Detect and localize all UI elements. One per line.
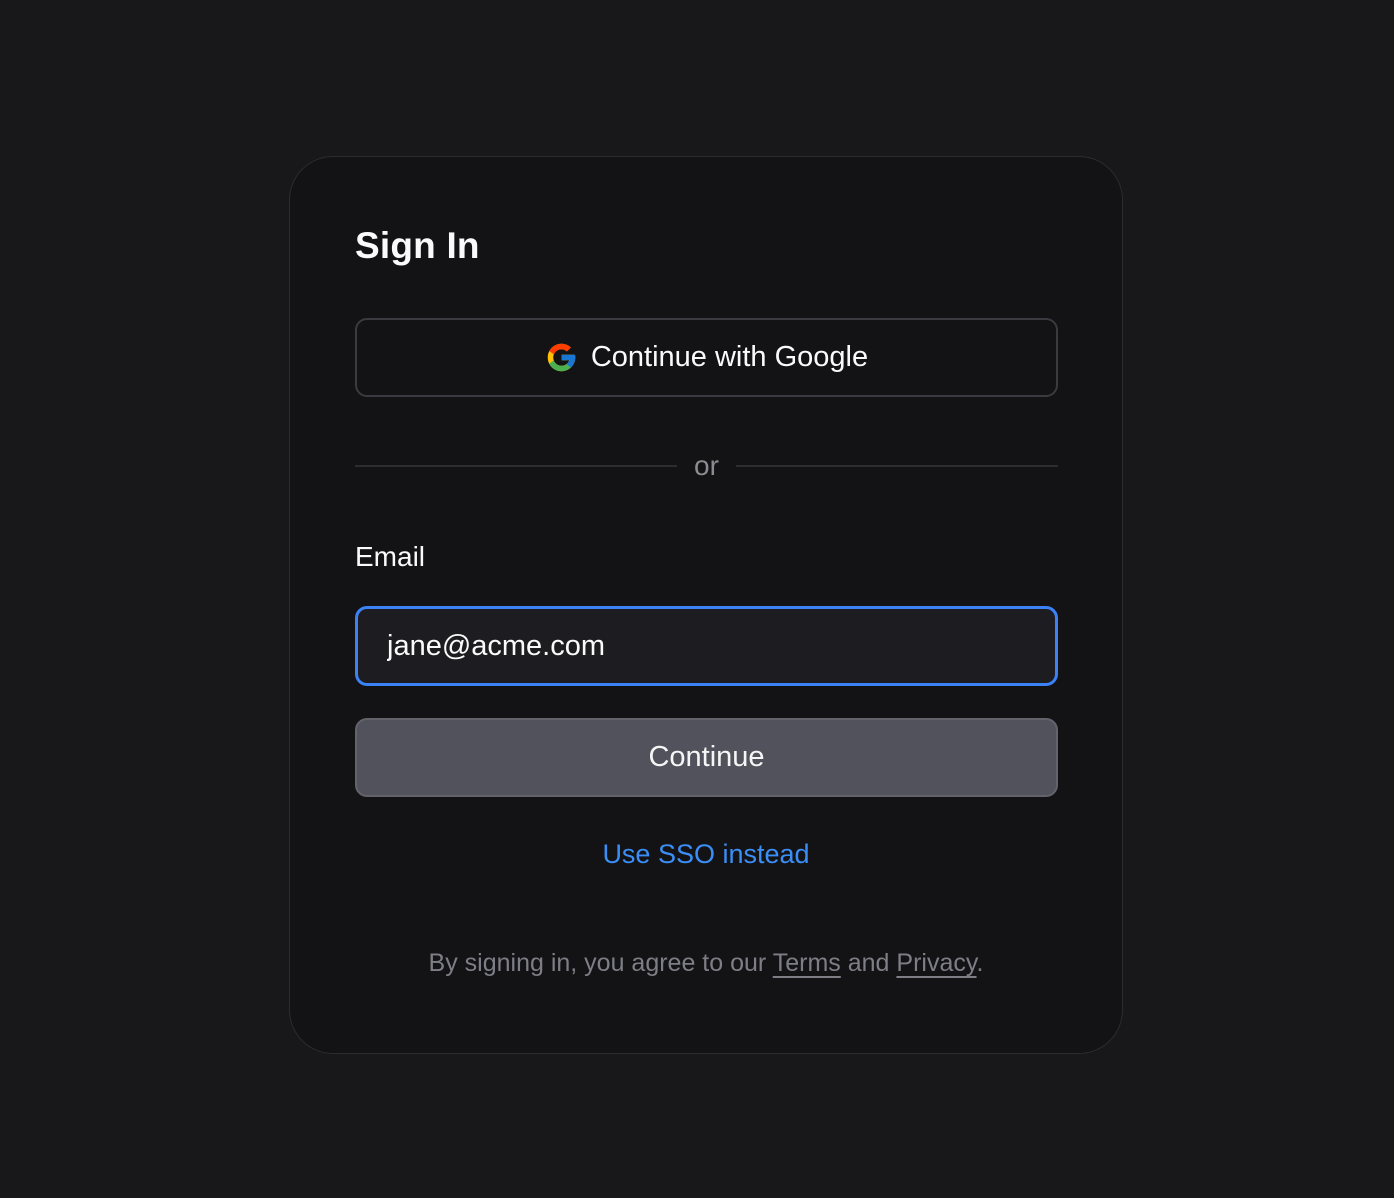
legal-suffix: . (976, 949, 984, 977)
use-sso-link[interactable]: Use SSO instead (290, 839, 1122, 870)
divider-line-right (735, 465, 1058, 467)
divider-text: or (694, 450, 719, 481)
continue-with-google-button[interactable]: Continue with Google (355, 318, 1058, 397)
terms-link[interactable]: Terms (773, 949, 841, 977)
google-icon (545, 341, 578, 374)
continue-button[interactable]: Continue (355, 718, 1058, 797)
google-button-label: Continue with Google (590, 341, 869, 373)
privacy-link[interactable]: Privacy (896, 949, 976, 977)
email-field[interactable] (355, 606, 1058, 686)
page-title: Sign In (355, 225, 480, 266)
divider-line-left (355, 465, 678, 467)
or-divider: or (355, 448, 1058, 484)
legal-middle: and (840, 949, 897, 977)
legal-notice: By signing in, you agree to our Terms an… (290, 949, 1122, 978)
sign-in-card: Sign In Continue with Google or Email Co… (289, 156, 1123, 1054)
email-label: Email (355, 541, 426, 572)
legal-prefix: By signing in, you agree to our (428, 949, 773, 977)
continue-button-label: Continue (648, 741, 765, 773)
